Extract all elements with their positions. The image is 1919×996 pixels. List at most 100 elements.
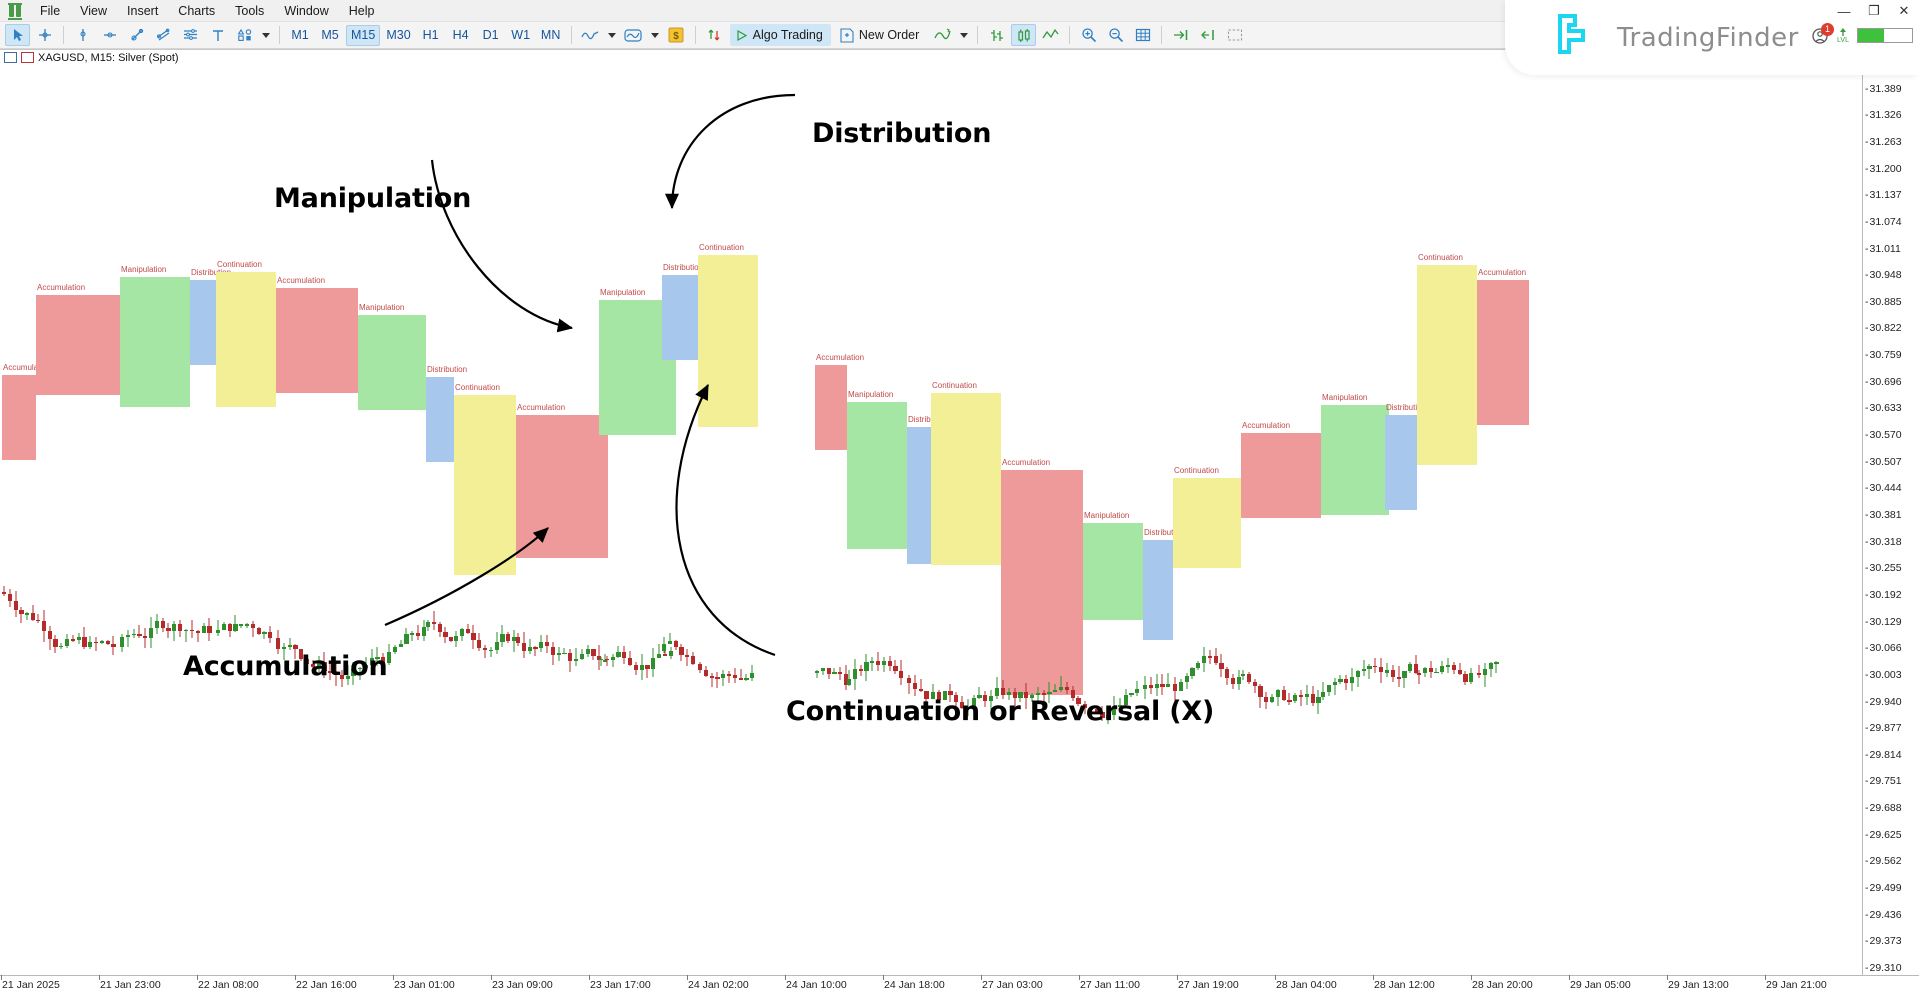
chart-zone-accumulation[interactable]: Accumulation: [1241, 421, 1321, 518]
candle-body: [1166, 683, 1171, 687]
chart-zone-accumulation[interactable]: Accumulation: [1001, 458, 1083, 695]
chart-zone-accumulation[interactable]: Accumulation: [516, 403, 608, 558]
currency-icon[interactable]: $: [664, 24, 689, 46]
new-order-button[interactable]: New Order: [835, 24, 927, 46]
notifications-button[interactable]: 1: [1811, 22, 1834, 45]
candle-body: [1059, 687, 1064, 691]
algo-trading-button[interactable]: Algo Trading: [729, 24, 831, 46]
chart-zone-manipulation[interactable]: Manipulation: [847, 390, 907, 549]
candlestick: [178, 620, 183, 638]
chart-zone-manipulation[interactable]: Manipulation: [120, 265, 190, 407]
timeframe-d1[interactable]: D1: [477, 25, 505, 46]
trendline-icon[interactable]: [124, 24, 149, 46]
shapes-icon[interactable]: [232, 24, 257, 46]
candlestick: [233, 614, 238, 633]
autotrading-chart-icon[interactable]: [930, 24, 955, 46]
time-axis[interactable]: 21 Jan 2025 21 Jan 23:00 22 Jan 08:00 22 Ja…: [0, 975, 1919, 996]
chart-zone-manipulation[interactable]: Manipulation: [1321, 393, 1389, 515]
vertical-line-icon[interactable]: [70, 24, 95, 46]
candle-body: [506, 634, 511, 642]
chart-area[interactable]: XAGUSD, M15: Silver (Spot) Accumulation A…: [0, 49, 1919, 996]
menu-help[interactable]: Help: [339, 2, 385, 20]
chart-zone-distribution[interactable]: Distribution: [1143, 528, 1184, 640]
menu-file[interactable]: File: [30, 2, 70, 20]
chart-zone-manipulation[interactable]: Manipulation: [1083, 511, 1143, 620]
timeframe-h1[interactable]: H1: [417, 25, 445, 46]
autotrading-dropdown-caret-icon[interactable]: [960, 32, 969, 38]
chart-zone-accumulation[interactable]: Accumulation: [2, 363, 51, 460]
candle-body: [881, 661, 886, 665]
candlestick: [201, 623, 206, 633]
timeframe-m30[interactable]: M30: [382, 25, 414, 46]
menu-insert[interactable]: Insert: [117, 2, 168, 20]
minimize-button[interactable]: —: [1829, 0, 1859, 22]
chart-zone-distribution[interactable]: Distribution: [907, 415, 948, 564]
zoom-in-icon[interactable]: [1076, 24, 1101, 46]
chart-zone-distribution[interactable]: Distribution: [1385, 403, 1426, 510]
candlestick: [449, 636, 454, 642]
chart-zone-distribution[interactable]: Distribution: [190, 268, 231, 365]
metatrader-logo-icon: [4, 2, 30, 20]
price-axis[interactable]: 31.45231.38931.32631.26331.20031.13731.0…: [1862, 50, 1919, 980]
chart-zone-continuation[interactable]: Continuation: [698, 243, 758, 427]
price-tick: 31.200: [1863, 163, 1902, 174]
chart-zone-distribution[interactable]: Distribution: [426, 365, 467, 462]
menu-view[interactable]: View: [70, 2, 117, 20]
candlestick: [31, 605, 36, 622]
grid-icon[interactable]: [1130, 24, 1155, 46]
chart-zone-accumulation[interactable]: Accumulation: [1477, 268, 1529, 425]
text-icon[interactable]: [205, 24, 230, 46]
trade-arrows-icon[interactable]: [702, 24, 727, 46]
candlestick: [1148, 677, 1153, 695]
indicators-dropdown-caret-icon[interactable]: [607, 32, 616, 38]
cursor-icon[interactable]: [5, 24, 30, 46]
candlestick: [183, 628, 188, 642]
candlestick: [500, 624, 505, 648]
timeframe-mn[interactable]: MN: [537, 25, 565, 46]
templates-icon[interactable]: [621, 24, 646, 46]
equidistant-channel-icon[interactable]: [151, 24, 176, 46]
timeframe-m5[interactable]: M5: [316, 25, 344, 46]
fibonacci-icon[interactable]: [178, 24, 203, 46]
chart-zone-accumulation[interactable]: Accumulation: [36, 283, 120, 395]
chart-zone-accumulation[interactable]: Accumulation: [276, 276, 358, 393]
menu-charts[interactable]: Charts: [168, 2, 225, 20]
chart-zone-continuation[interactable]: Continuation: [454, 383, 516, 575]
chart-zone-accumulation[interactable]: Accumulation: [815, 353, 864, 450]
svg-text:$: $: [673, 31, 679, 42]
line-chart-icon[interactable]: [1038, 24, 1063, 46]
chart-zone-distribution[interactable]: Distribution: [662, 263, 703, 360]
menu-tools[interactable]: Tools: [225, 2, 274, 20]
indicators-icon[interactable]: [578, 24, 603, 46]
timeframe-m15[interactable]: M15: [346, 24, 381, 46]
restore-button[interactable]: ❐: [1859, 0, 1889, 22]
shift-end-icon[interactable]: [1168, 24, 1193, 46]
close-button[interactable]: ✕: [1889, 0, 1919, 22]
candle-body: [183, 629, 188, 632]
candle-wick: [217, 620, 219, 636]
time-tick: 21 Jan 23:00: [99, 975, 161, 991]
chart-zone-continuation[interactable]: Continuation: [931, 381, 1001, 565]
horizontal-line-icon[interactable]: [97, 24, 122, 46]
shapes-dropdown-caret-icon[interactable]: [262, 32, 270, 38]
timeframe-h4[interactable]: H4: [447, 25, 475, 46]
timeframe-m1[interactable]: M1: [286, 25, 314, 46]
snapshot-icon[interactable]: [1222, 24, 1247, 46]
auto-scroll-icon[interactable]: [1195, 24, 1220, 46]
connection-meter-fill: [1858, 29, 1884, 42]
candlestick-icon[interactable]: [1011, 24, 1037, 46]
time-tick: 24 Jan 02:00: [687, 975, 749, 991]
chart-zone-manipulation[interactable]: Manipulation: [358, 303, 426, 410]
timeframe-w1[interactable]: W1: [507, 25, 535, 46]
chart-zone-continuation[interactable]: Continuation: [1173, 466, 1241, 568]
candlestick: [245, 623, 250, 629]
chart-zone-continuation[interactable]: Continuation: [216, 260, 276, 407]
bar-chart-icon[interactable]: [984, 24, 1009, 46]
candle-body: [1428, 668, 1433, 672]
templates-dropdown-caret-icon[interactable]: [650, 32, 659, 38]
crosshair-icon[interactable]: [32, 24, 57, 46]
candlestick: [483, 644, 488, 659]
menu-window[interactable]: Window: [274, 2, 338, 20]
chart-zone-continuation[interactable]: Continuation: [1417, 253, 1477, 465]
zoom-out-icon[interactable]: [1103, 24, 1128, 46]
